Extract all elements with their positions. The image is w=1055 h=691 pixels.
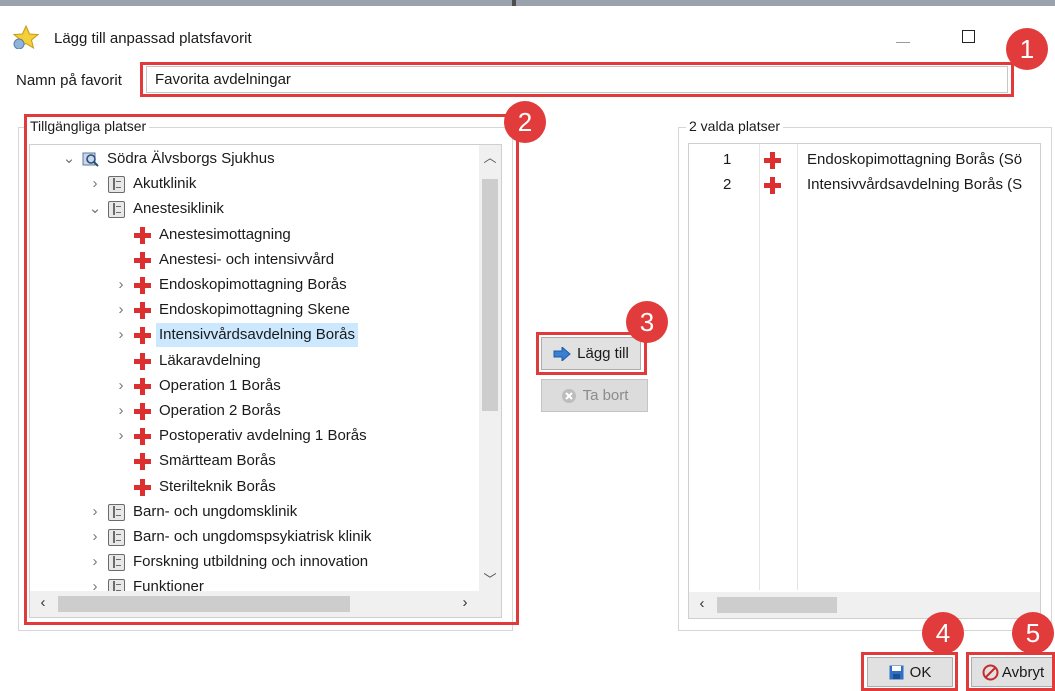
tree-item-label: Anestesi- och intensivvård bbox=[159, 250, 335, 268]
tree-item-label: Barn- och ungdomspsykiatrisk klinik bbox=[133, 528, 372, 545]
selected-places-list[interactable]: 1 Endoskopimottagning Borås (Sö 2 Intensivv… bbox=[688, 143, 1041, 619]
selected-place-name: Intensivvårdsavdelning Borås (S bbox=[807, 176, 1023, 193]
chevron-down-icon[interactable]: ⌄ bbox=[62, 147, 76, 171]
chevron-right-icon[interactable]: › bbox=[114, 399, 128, 423]
row-number: 2 bbox=[723, 176, 732, 193]
tree-item-label: Anestesiklinik bbox=[133, 200, 224, 218]
ok-button[interactable]: OK bbox=[867, 657, 953, 687]
tree-item-label: Anestesimottagning bbox=[159, 225, 291, 243]
cancel-icon bbox=[982, 664, 999, 680]
chevron-right-icon[interactable]: › bbox=[88, 172, 102, 196]
chevron-right-icon[interactable]: › bbox=[114, 273, 128, 297]
remove-button[interactable]: Ta bort bbox=[541, 379, 648, 412]
tree-item-label: Endoskopimottagning Skene bbox=[159, 301, 350, 319]
selected-row[interactable]: 2 Intensivvårdsavdelning Borås (S bbox=[689, 173, 1040, 197]
red-cross-icon bbox=[134, 302, 151, 320]
red-cross-icon bbox=[134, 478, 151, 496]
scroll-down-icon[interactable]: ﹀ bbox=[479, 569, 501, 588]
red-cross-icon bbox=[764, 177, 781, 194]
tree-item-label: Läkaravdelning bbox=[159, 351, 261, 369]
callout-badge: 5 bbox=[1012, 612, 1054, 654]
red-cross-icon bbox=[134, 226, 151, 244]
scroll-left-icon[interactable]: ‹ bbox=[691, 595, 713, 612]
chevron-right-icon[interactable]: › bbox=[88, 525, 102, 549]
selected-places-title: 2 valda platser bbox=[686, 118, 784, 134]
book-icon bbox=[108, 176, 125, 194]
row-number: 1 bbox=[723, 151, 732, 168]
callout-badge: 2 bbox=[504, 101, 546, 143]
book-icon bbox=[108, 554, 125, 572]
book-icon bbox=[108, 529, 125, 546]
tree-hscroll-thumb[interactable] bbox=[58, 596, 350, 612]
selected-row[interactable]: 1 Endoskopimottagning Borås (Sö bbox=[689, 148, 1040, 172]
cancel-button[interactable]: Avbryt bbox=[971, 657, 1055, 687]
chevron-right-icon[interactable]: › bbox=[88, 500, 102, 524]
red-cross-icon bbox=[134, 327, 151, 345]
scroll-left-icon[interactable]: ‹ bbox=[32, 594, 54, 611]
add-button-label: Lägg till bbox=[577, 345, 629, 362]
list-hscroll-thumb[interactable] bbox=[717, 597, 837, 613]
scroll-up-icon[interactable]: ︿ bbox=[479, 147, 501, 166]
scroll-right-icon[interactable]: › bbox=[454, 594, 476, 611]
red-cross-icon bbox=[134, 453, 151, 471]
available-places-tree[interactable]: ⌄ Södra Älvsborgs Sjukhus › Akutklinik ⌄ Anes… bbox=[29, 144, 502, 618]
chevron-right-icon[interactable]: › bbox=[114, 298, 128, 322]
list-horizontal-scrollbar[interactable]: ‹ bbox=[689, 592, 1040, 618]
title-bar: Lägg till anpassad platsfavorit bbox=[0, 6, 1055, 58]
tree-item-label: Intensivvårdsavdelning Borås bbox=[156, 323, 358, 348]
favorite-name-label: Namn på favorit bbox=[16, 72, 122, 89]
tree-item-label: Postoperativ avdelning 1 Borås bbox=[159, 427, 367, 445]
ok-button-label: OK bbox=[909, 663, 932, 681]
column-divider bbox=[797, 144, 798, 590]
tree-item-label: Endoskopimottagning Borås bbox=[159, 276, 347, 293]
tree-item-label: Södra Älvsborgs Sjukhus bbox=[107, 150, 275, 167]
tree-item-label: Sterilteknik Borås bbox=[159, 477, 276, 495]
red-cross-icon bbox=[764, 152, 781, 169]
red-cross-icon bbox=[134, 251, 151, 269]
cancel-button-label: Avbryt bbox=[1001, 663, 1045, 681]
callout-badge: 3 bbox=[626, 301, 668, 343]
tree-item-label: Barn- och ungdomsklinik bbox=[133, 502, 298, 520]
selected-place-name: Endoskopimottagning Borås (Sö bbox=[807, 151, 1023, 168]
red-cross-icon bbox=[134, 352, 151, 370]
red-cross-icon bbox=[134, 277, 151, 294]
arrow-right-icon bbox=[553, 346, 571, 361]
remove-circle-icon bbox=[561, 388, 576, 403]
red-cross-icon bbox=[134, 377, 151, 395]
save-icon bbox=[889, 665, 904, 679]
available-places-title: Tillgängliga platser bbox=[27, 118, 150, 134]
red-cross-icon bbox=[134, 428, 151, 446]
callout-badge: 1 bbox=[1006, 28, 1048, 70]
callout-badge: 4 bbox=[922, 612, 964, 654]
maximize-icon[interactable] bbox=[962, 30, 975, 43]
tree-horizontal-scrollbar[interactable]: ‹ › bbox=[30, 591, 501, 617]
hospital-search-icon bbox=[82, 151, 99, 168]
chevron-right-icon[interactable]: › bbox=[114, 323, 128, 347]
tree-item-label: Operation 2 Borås bbox=[159, 402, 281, 419]
tree-item-label: Forskning utbildning och innovation bbox=[133, 553, 369, 571]
tree-item-label: Smärtteam Borås bbox=[159, 452, 276, 470]
tree-item-label: Akutklinik bbox=[133, 175, 197, 193]
add-button[interactable]: Lägg till bbox=[541, 337, 641, 370]
tree-vertical-scrollbar[interactable]: ︿ ﹀ bbox=[479, 145, 501, 591]
column-divider bbox=[759, 144, 760, 590]
chevron-right-icon[interactable]: › bbox=[114, 374, 128, 398]
tree-scroll-thumb[interactable] bbox=[482, 179, 498, 411]
chevron-right-icon[interactable]: › bbox=[114, 424, 128, 448]
tree-item-label: Operation 1 Borås bbox=[159, 376, 281, 394]
chevron-right-icon[interactable]: › bbox=[88, 550, 102, 574]
window-title: Lägg till anpassad platsfavorit bbox=[54, 30, 252, 47]
remove-button-label: Ta bort bbox=[582, 387, 629, 404]
book-icon bbox=[108, 201, 125, 219]
minimize-icon[interactable] bbox=[896, 42, 910, 43]
red-cross-icon bbox=[134, 403, 151, 420]
star-icon bbox=[12, 25, 40, 49]
chevron-down-icon[interactable]: ⌄ bbox=[88, 197, 102, 221]
book-icon bbox=[108, 503, 125, 521]
favorite-name-input[interactable] bbox=[146, 66, 1008, 93]
